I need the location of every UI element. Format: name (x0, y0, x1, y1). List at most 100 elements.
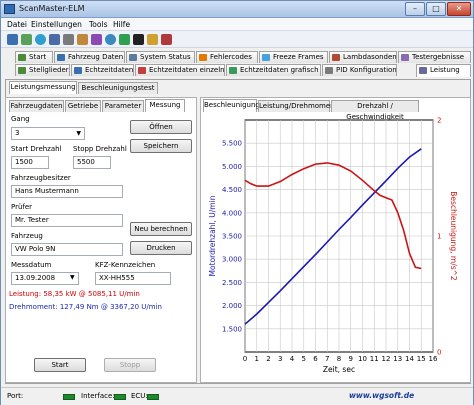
tab-leistung-drehmoment[interactable]: Leistung/Drehmoment (258, 100, 337, 112)
x-axis-label: Zeit, sec (323, 365, 355, 374)
tester-input[interactable]: Mr. Tester (11, 214, 123, 227)
settings-icon[interactable] (77, 34, 88, 45)
tab-parameter[interactable]: Parameter (102, 100, 144, 112)
plate-label: KFZ-Kennzeichen (95, 261, 156, 269)
tab-lambdasonden[interactable]: Lambdasonden (329, 51, 397, 63)
open-button[interactable]: Öffnen (130, 120, 192, 134)
tab-fehlercodes[interactable]: Fehlercodes (196, 51, 258, 63)
x-tick-label: 0 (243, 355, 247, 363)
tab-echtzeitdaten[interactable]: Echtzeitdaten (71, 64, 134, 76)
print-button[interactable]: Drucken (130, 241, 192, 255)
power-result: Leistung: 58,35 kW @ 5085,11 U/min (9, 290, 140, 298)
save-button[interactable]: Speichern (130, 139, 192, 153)
log-icon[interactable] (91, 34, 102, 45)
x-tick-label: 3 (278, 355, 282, 363)
menu-einstellungen[interactable]: Einstellungen (31, 20, 82, 29)
graph-icon (229, 67, 237, 74)
globe-icon[interactable] (35, 34, 46, 45)
vehicle-input[interactable]: VW Polo 9N (11, 243, 123, 256)
calendar-dropdown-icon[interactable]: ▼ (70, 274, 75, 281)
x-tick-label: 1 (255, 355, 259, 363)
x-tick-label: 5 (302, 355, 306, 363)
y2-axis-label: Beschleunigung, m/s^2 (449, 191, 458, 281)
actuator-icon (18, 67, 26, 74)
main-tabs-row-2: Stellglieder Echtzeitdaten Echtzeitdaten… (1, 64, 473, 77)
start-button[interactable]: Start (34, 358, 86, 372)
tab-echtzeitdaten-einzeln[interactable]: Echtzeitdaten einzeln (135, 64, 225, 76)
x-tick-label: 9 (349, 355, 353, 363)
tab-getriebe[interactable]: Getriebe (65, 100, 101, 112)
home-icon (18, 54, 26, 61)
print-icon[interactable] (63, 34, 74, 45)
tab-leistung[interactable]: Leistung (416, 64, 471, 77)
tab-start[interactable]: Start (15, 51, 53, 63)
measurement-form-area: Fahrzeugdaten Getriebe Parameter Messung… (5, 97, 197, 383)
x-tick-label: 10 (358, 355, 367, 363)
tab-stellglieder[interactable]: Stellglieder (15, 64, 70, 76)
minimize-button[interactable]: – (405, 2, 425, 16)
x-tick-label: 11 (370, 355, 379, 363)
sensor-icon (332, 54, 340, 61)
recalculate-button[interactable]: Neu berechnen (130, 222, 192, 236)
menu-datei[interactable]: Datei (7, 20, 27, 29)
status-bar: Port: Interface: ECU: www.wgsoft.de (1, 387, 473, 405)
power-icon (419, 67, 427, 74)
app-window: ScanMaster-ELM – □ ✕ Datei Einstellungen… (0, 0, 474, 405)
tab-freeze-frames[interactable]: Freeze Frames (259, 51, 328, 63)
exit-icon[interactable] (161, 34, 172, 45)
x-tick-label: 13 (393, 355, 402, 363)
interface-label: Interface: (81, 392, 115, 400)
date-input[interactable]: 13.09.2008 (11, 272, 79, 285)
window-title: ScanMaster-ELM (19, 4, 85, 13)
stop-button[interactable]: Stopp (104, 358, 156, 372)
x-tick-label: 15 (417, 355, 426, 363)
y-tick-label: 3.500 (222, 233, 242, 241)
tab-fahrzeug-daten[interactable]: Fahrzeug Daten (54, 51, 125, 63)
tab-testergebnisse[interactable]: Testergebnisse (398, 51, 471, 63)
close-button[interactable]: ✕ (447, 2, 471, 16)
chart-panel: Beschleunigung Leistung/Drehmoment Drehz… (200, 97, 471, 383)
help-icon[interactable] (105, 34, 116, 45)
y-tick-label: 2.500 (222, 279, 242, 287)
tab-echtzeitdaten-grafisch[interactable]: Echtzeitdaten grafisch (226, 64, 321, 76)
gauge-icon (138, 67, 146, 74)
x-tick-label: 2 (266, 355, 270, 363)
menu-tools[interactable]: Tools (89, 20, 107, 29)
disconnect-icon[interactable] (21, 34, 32, 45)
toolbar (1, 31, 473, 48)
terminal-icon[interactable] (133, 34, 144, 45)
y-tick-label: 2.000 (222, 302, 242, 310)
tester-label: Prüfer (11, 203, 33, 211)
y-tick-label: 1.500 (222, 325, 242, 333)
email-icon[interactable] (147, 34, 158, 45)
menu-hilfe[interactable]: Hilfe (113, 20, 130, 29)
x-tick-label: 8 (337, 355, 341, 363)
x-tick-label: 6 (313, 355, 318, 363)
subtab-leistungsmessung[interactable]: Leistungsmessung (9, 81, 77, 94)
maximize-button[interactable]: □ (426, 2, 446, 16)
car-icon (57, 54, 65, 61)
x-tick-label: 7 (325, 355, 329, 363)
tab-drehzahl-geschwindigkeit[interactable]: Drehzahl / Geschwindigkeit (331, 100, 419, 121)
ecu-label: ECU: (131, 392, 148, 400)
subtab-beschleunigungstest[interactable]: Beschleunigungstest (78, 82, 158, 94)
stop-rpm-label: Stopp Drehzahl (73, 145, 127, 153)
gang-select[interactable]: 3 ▼ (11, 127, 85, 140)
stop-rpm-input[interactable]: 5500 (73, 156, 111, 169)
port-status-led (63, 394, 75, 400)
tab-pid-konfiguration[interactable]: PID Konfiguration (322, 64, 397, 76)
website-link[interactable]: www.wgsoft.de (349, 391, 414, 400)
title-bar[interactable]: ScanMaster-ELM – □ ✕ (1, 1, 473, 18)
save-icon[interactable] (49, 34, 60, 45)
plate-input[interactable]: XX-HH555 (95, 272, 171, 285)
monitor-icon (129, 54, 137, 61)
info-icon[interactable] (119, 34, 130, 45)
x-tick-label: 4 (290, 355, 295, 363)
start-rpm-input[interactable]: 1500 (11, 156, 49, 169)
connect-icon[interactable] (7, 34, 18, 45)
owner-input[interactable]: Hans Mustermann (11, 185, 123, 198)
tab-fahrzeugdaten[interactable]: Fahrzeugdaten (9, 100, 64, 112)
tab-system-status[interactable]: System Status (126, 51, 195, 63)
tab-messung[interactable]: Messung (145, 99, 185, 112)
tab-beschleunigung[interactable]: Beschleunigung (203, 99, 260, 112)
